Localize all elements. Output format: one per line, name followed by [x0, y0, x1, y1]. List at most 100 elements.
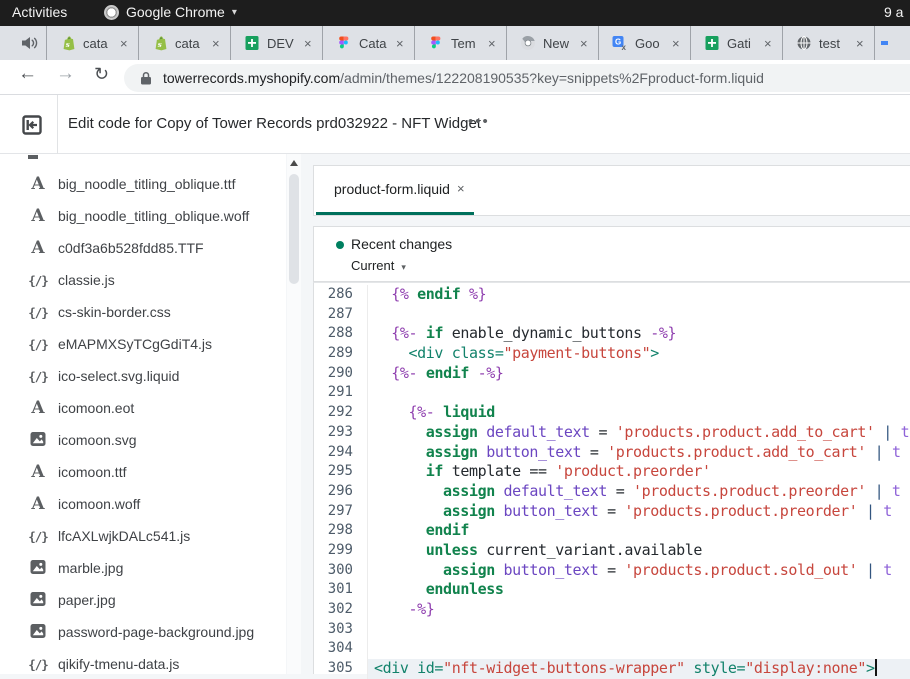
code-line[interactable]: 296 assign default_text = 'products.prod… — [314, 482, 910, 502]
chevron-down-icon: ▾ — [232, 7, 237, 18]
code-line[interactable]: 289 <div class="payment-buttons"> — [314, 344, 910, 364]
back-button[interactable]: ← — [18, 63, 37, 85]
browser-tab-label: cata — [175, 36, 207, 51]
more-actions-button[interactable]: ••• — [468, 113, 490, 130]
shopify-icon: s — [60, 35, 76, 51]
browser-tab[interactable]: scata× — [46, 26, 138, 60]
code-line[interactable]: 295 if template == 'product.preorder' — [314, 462, 910, 482]
close-icon[interactable]: × — [212, 36, 220, 51]
line-number: 290 — [314, 364, 368, 384]
code-file-icon: {/} — [28, 337, 48, 352]
browser-tab[interactable]: New× — [506, 26, 598, 60]
file-item[interactable]: icomoon.svg — [0, 424, 286, 456]
file-item[interactable]: Aicomoon.ttf — [0, 456, 286, 488]
close-icon[interactable]: × — [120, 36, 128, 51]
code-editor[interactable]: 286 {% endif %}287288 {%- if enable_dyna… — [313, 282, 910, 674]
file-name: ico-select.svg.liquid — [58, 368, 179, 384]
header-divider — [57, 95, 58, 154]
line-number: 299 — [314, 541, 368, 561]
speaker-icon[interactable] — [20, 34, 40, 52]
browser-tab[interactable]: Cata× — [322, 26, 414, 60]
file-item[interactable]: password-page-background.jpg — [0, 616, 286, 648]
file-item[interactable]: paper.jpg — [0, 584, 286, 616]
file-item[interactable]: {/}cs-skin-border.css — [0, 296, 286, 328]
browser-tab[interactable]: Tem × — [414, 26, 506, 60]
code-line[interactable]: 294 assign button_text = 'products.produ… — [314, 443, 910, 463]
shopify-icon: s — [152, 35, 168, 51]
file-item[interactable]: Ac0df3a6b528fdd85.TTF — [0, 232, 286, 264]
browser-tab[interactable] — [874, 26, 910, 60]
version-dropdown[interactable]: Current▾ — [351, 258, 406, 273]
code-line[interactable]: 290 {%- endif -%} — [314, 364, 910, 384]
code-line[interactable]: 302 -%} — [314, 600, 910, 620]
url-domain: towerrecords.myshopify.com — [163, 70, 340, 86]
file-item[interactable]: Aicomoon.eot — [0, 392, 286, 424]
file-item[interactable]: {/}qikify-tmenu-data.js — [0, 648, 286, 674]
close-icon[interactable]: × — [672, 36, 680, 51]
code-line[interactable]: 305<div id="nft-widget-buttons-wrapper" … — [314, 659, 910, 679]
code-line[interactable]: 300 assign button_text = 'products.produ… — [314, 561, 910, 581]
browser-tab[interactable]: GxGoo× — [598, 26, 690, 60]
close-icon[interactable]: × — [764, 36, 772, 51]
clock[interactable]: 9 a — [884, 4, 910, 20]
browser-tab-label: Tem — [451, 36, 483, 51]
app-menu-button[interactable]: Google Chrome ▾ — [104, 4, 237, 20]
code-line[interactable]: 303 — [314, 620, 910, 640]
code-line[interactable]: 291 — [314, 383, 910, 403]
scrollbar-thumb[interactable] — [289, 174, 299, 284]
scroll-up-icon[interactable] — [290, 160, 298, 166]
address-bar[interactable]: towerrecords.myshopify.com/admin/themes/… — [124, 64, 910, 92]
code-line[interactable]: 293 assign default_text = 'products.prod… — [314, 423, 910, 443]
editor-tab-bar: product-form.liquid × — [313, 165, 910, 216]
file-item[interactable]: {/}ico-select.svg.liquid — [0, 360, 286, 392]
code-line[interactable]: 298 endif — [314, 521, 910, 541]
code-line[interactable]: 287 — [314, 305, 910, 325]
file-item[interactable]: Abig_noodle_titling_oblique.woff — [0, 200, 286, 232]
code-line[interactable]: 304 — [314, 639, 910, 659]
browser-tab[interactable]: scata × — [138, 26, 230, 60]
file-name: icomoon.ttf — [58, 464, 126, 480]
activities-button[interactable]: Activities — [12, 4, 67, 20]
forward-button[interactable]: → — [56, 63, 75, 85]
file-item[interactable]: Aicomoon.woff — [0, 488, 286, 520]
editor-tab-label: product-form.liquid — [334, 181, 450, 197]
file-item[interactable]: {/}eMAPMXSyTCgGdiT4.js — [0, 328, 286, 360]
code-line-text: unless current_variant.available — [368, 541, 910, 561]
code-line[interactable]: 288 {%- if enable_dynamic_buttons -%} — [314, 324, 910, 344]
close-icon[interactable]: × — [457, 181, 465, 196]
exit-code-editor-button[interactable] — [16, 109, 48, 141]
line-number: 296 — [314, 482, 368, 502]
file-item[interactable]: Abig_noodle_titling_oblique.ttf — [0, 168, 286, 200]
file-item[interactable]: {/}lfcAXLwjkDALc541.js — [0, 520, 286, 552]
close-icon[interactable]: × — [304, 36, 312, 51]
code-line-text: endunless — [368, 580, 910, 600]
google-g-icon — [888, 35, 904, 51]
code-line[interactable]: 292 {%- liquid — [314, 403, 910, 423]
code-line[interactable]: 301 endunless — [314, 580, 910, 600]
tab-product-form-liquid[interactable]: product-form.liquid × — [314, 166, 474, 215]
code-line[interactable]: 299 unless current_variant.available — [314, 541, 910, 561]
image-file-icon — [28, 623, 48, 642]
file-name: classie.js — [58, 272, 115, 288]
close-icon[interactable]: × — [488, 36, 496, 51]
close-icon[interactable]: × — [580, 36, 588, 51]
file-name: paper.jpg — [58, 592, 116, 608]
browser-tab[interactable]: test × — [782, 26, 874, 60]
reload-button[interactable]: ↻ — [94, 64, 109, 85]
line-number: 287 — [314, 305, 368, 325]
partial-file-item[interactable] — [0, 154, 286, 168]
browser-tab-label: test — [819, 36, 851, 51]
file-list-scrollbar[interactable] — [287, 154, 301, 674]
browser-tab[interactable]: DEV× — [230, 26, 322, 60]
browser-tab[interactable]: Gati× — [690, 26, 782, 60]
file-item[interactable]: {/}classie.js — [0, 264, 286, 296]
code-line[interactable]: 297 assign button_text = 'products.produ… — [314, 502, 910, 522]
code-line-text: {%- liquid — [368, 403, 910, 423]
status-dot-icon — [336, 241, 344, 249]
close-icon[interactable]: × — [396, 36, 404, 51]
file-item[interactable]: marble.jpg — [0, 552, 286, 584]
close-icon[interactable]: × — [856, 36, 864, 51]
line-number: 300 — [314, 561, 368, 581]
code-line[interactable]: 286 {% endif %} — [314, 285, 910, 305]
font-file-icon: A — [28, 240, 48, 257]
